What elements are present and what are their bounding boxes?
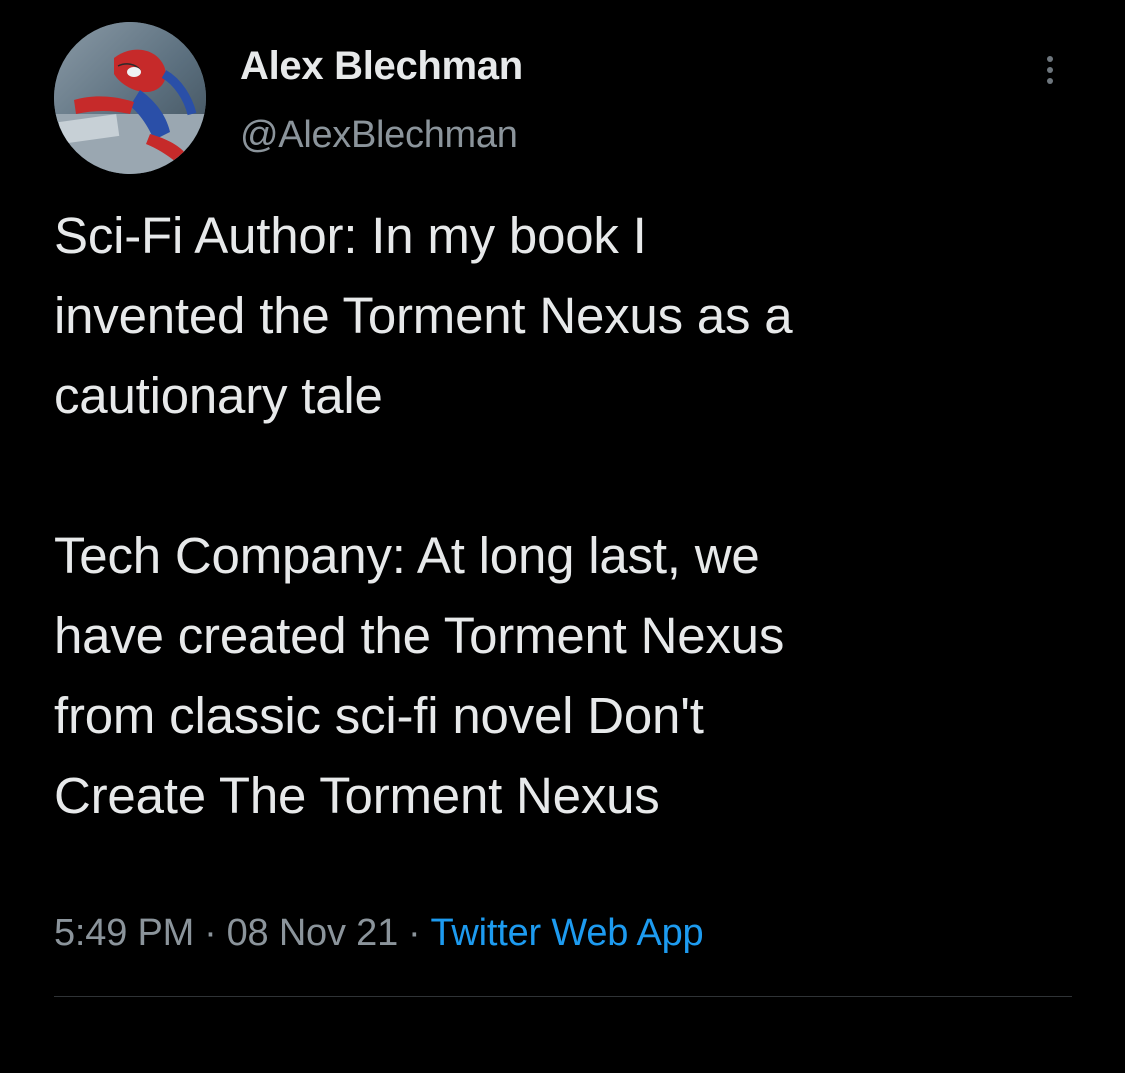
tweet-metadata: 5:49 PM · 08 Nov 21 · Twitter Web App: [54, 912, 704, 955]
tweet-line: Sci-Fi Author: In my book I: [54, 207, 647, 264]
tweet-time[interactable]: 5:49 PM: [54, 912, 194, 954]
tweet-date[interactable]: 08 Nov 21: [227, 912, 399, 954]
more-vertical-icon: [1047, 67, 1053, 73]
avatar-image: [54, 22, 206, 174]
tweet-line: have created the Torment Nexus: [54, 607, 785, 664]
avatar[interactable]: [54, 22, 206, 174]
separator: ·: [204, 912, 217, 954]
separator: ·: [408, 912, 421, 954]
tweet-line: invented the Torment Nexus as a: [54, 287, 793, 344]
author-handle[interactable]: @AlexBlechman: [240, 114, 518, 157]
more-vertical-icon: [1047, 78, 1053, 84]
tweet-line: Create The Torment Nexus: [54, 767, 660, 824]
tweet-text: Sci-Fi Author: In my book I invented the…: [54, 196, 1094, 836]
tweet-card: Alex Blechman @AlexBlechman Sci-Fi Autho…: [0, 0, 1125, 1073]
more-vertical-icon: [1047, 56, 1053, 62]
divider: [54, 996, 1072, 997]
tweet-line: Tech Company: At long last, we: [54, 527, 760, 584]
author-name[interactable]: Alex Blechman: [240, 44, 523, 89]
tweet-line: cautionary tale: [54, 367, 383, 424]
more-options-button[interactable]: [1032, 46, 1068, 94]
tweet-source-link[interactable]: Twitter Web App: [431, 912, 704, 954]
tweet-line: from classic sci-fi novel Don't: [54, 687, 704, 744]
